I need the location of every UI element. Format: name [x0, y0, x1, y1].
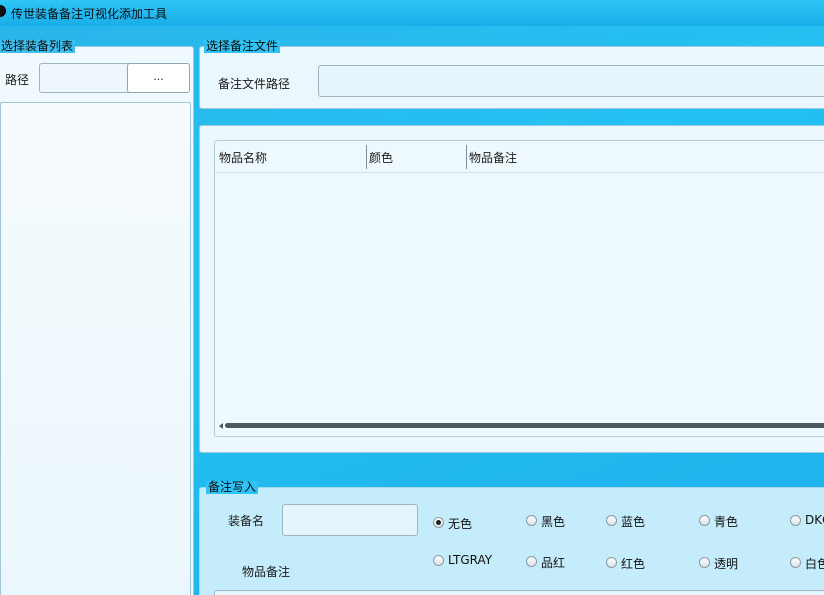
column-header-item-name[interactable]: 物品名称: [219, 149, 267, 166]
scroll-left-arrow-icon[interactable]: [219, 423, 223, 429]
item-remark-input[interactable]: [214, 590, 824, 595]
item-remark-label: 物品备注: [242, 565, 291, 579]
app-icon: [0, 5, 6, 17]
equip-list[interactable]: [0, 102, 191, 595]
path-label: 路径: [5, 73, 30, 87]
items-table-panel: 物品名称 颜色 物品备注: [199, 125, 824, 453]
equip-list-legend: 选择装备列表: [0, 39, 76, 53]
column-header-item-remark[interactable]: 物品备注: [469, 149, 517, 166]
path-input[interactable]: [39, 63, 129, 93]
radio-icon: [606, 515, 617, 526]
table-header: 物品名称 颜色 物品备注: [215, 141, 824, 173]
window-title: 传世装备备注可视化添加工具: [11, 7, 168, 21]
radio-icon: [699, 557, 710, 568]
remark-file-legend: 选择备注文件: [204, 39, 281, 53]
browse-button[interactable]: ...: [127, 63, 190, 93]
remark-file-path-input[interactable]: [318, 65, 824, 97]
radio-icon: [790, 557, 801, 568]
column-divider[interactable]: [466, 145, 467, 169]
remark-file-group: 选择备注文件 备注文件路径: [199, 40, 824, 109]
radio-icon: [526, 556, 537, 567]
radio-icon: [526, 515, 537, 526]
column-divider[interactable]: [366, 145, 367, 169]
remark-file-path-label: 备注文件路径: [218, 77, 291, 91]
radio-icon: [699, 515, 710, 526]
horizontal-scrollbar[interactable]: [225, 423, 824, 428]
radio-icon: [433, 555, 444, 566]
title-bar: 传世装备备注可视化添加工具: [0, 0, 824, 26]
radio-icon: [606, 557, 617, 568]
remark-write-legend: 备注写入: [206, 480, 259, 494]
equip-name-input[interactable]: [282, 504, 418, 536]
equip-name-label: 装备名: [228, 514, 265, 528]
items-table[interactable]: 物品名称 颜色 物品备注: [214, 140, 824, 437]
equip-list-group: 选择装备列表 路径 ...: [0, 40, 194, 595]
remark-write-group: 备注写入 装备名 物品备注 无色 黑色 蓝色 青色 DKGRAY LTGRAY …: [199, 481, 824, 595]
column-header-color[interactable]: 颜色: [369, 149, 393, 166]
radio-checked-icon: [433, 517, 444, 528]
radio-icon: [790, 515, 801, 526]
